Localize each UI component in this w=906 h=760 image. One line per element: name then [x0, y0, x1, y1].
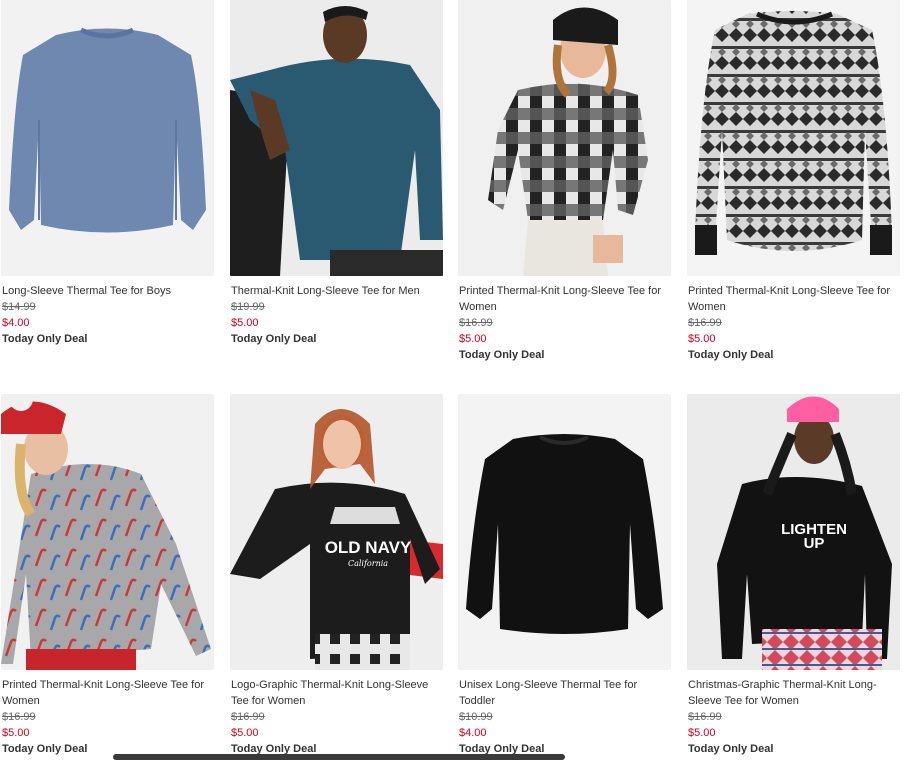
product-image[interactable] [687, 0, 900, 276]
deal-badge: Today Only Deal [459, 349, 545, 361]
product-card[interactable]: Printed Thermal-Knit Long-Sleeve Tee for… [458, 0, 673, 363]
logo-subtext: California [348, 559, 388, 568]
sale-price: $5.00 [688, 333, 716, 345]
deal-badge: Today Only Deal [2, 333, 88, 345]
product-card[interactable]: Thermal-Knit Long-Sleeve Tee for Men $19… [230, 0, 445, 347]
sale-price: $5.00 [459, 333, 487, 345]
fair-isle-shirt-photo [687, 0, 900, 276]
original-price: $16.99 [688, 317, 722, 329]
sale-price: $4.00 [2, 317, 30, 329]
man-teal-thermal-photo [230, 0, 443, 276]
product-card[interactable]: LIGHTEN UP Christmas-Graphic Thermal-Kni… [687, 394, 902, 757]
product-image[interactable] [1, 394, 214, 670]
product-image[interactable] [230, 0, 443, 276]
deal-badge: Today Only Deal [231, 333, 317, 345]
product-image[interactable] [1, 0, 214, 276]
sale-price: $5.00 [2, 727, 30, 739]
graphic-text-line2: UP [804, 535, 825, 552]
sale-price: $5.00 [231, 317, 259, 329]
product-name[interactable]: Printed Thermal-Knit Long-Sleeve Tee for… [687, 283, 902, 315]
sale-price: $4.00 [459, 727, 487, 739]
sale-price: $5.00 [688, 727, 716, 739]
deal-badge: Today Only Deal [688, 743, 774, 755]
product-card[interactable]: Printed Thermal-Knit Long-Sleeve Tee for… [1, 394, 216, 757]
original-price: $16.99 [459, 317, 493, 329]
product-name[interactable]: Unisex Long-Sleeve Thermal Tee for Toddl… [458, 677, 673, 709]
product-name[interactable]: Logo-Graphic Thermal-Knit Long-Sleeve Te… [230, 677, 445, 709]
product-image[interactable] [458, 394, 671, 670]
woman-buffalo-check-photo [458, 0, 671, 276]
logo-text: OLD NAVY [325, 538, 412, 557]
original-price: $16.99 [688, 711, 722, 723]
woman-lighten-up-photo: LIGHTEN UP [687, 394, 900, 670]
woman-old-navy-logo-photo: OLD NAVY California [230, 394, 443, 670]
product-name[interactable]: Thermal-Knit Long-Sleeve Tee for Men [230, 283, 445, 299]
product-card[interactable]: Unisex Long-Sleeve Thermal Tee for Toddl… [458, 394, 673, 757]
woman-candy-cane-photo [1, 394, 214, 670]
blue-thermal-shirt-photo [1, 0, 214, 276]
product-image[interactable]: LIGHTEN UP [687, 394, 900, 670]
product-card[interactable]: Printed Thermal-Knit Long-Sleeve Tee for… [687, 0, 902, 363]
deal-badge: Today Only Deal [688, 349, 774, 361]
product-name[interactable]: Long-Sleeve Thermal Tee for Boys [1, 283, 216, 299]
original-price: $16.99 [231, 711, 265, 723]
black-toddler-shirt-photo [458, 394, 671, 670]
original-price: $19.99 [231, 301, 265, 313]
product-image[interactable]: OLD NAVY California [230, 394, 443, 670]
original-price: $16.99 [2, 711, 36, 723]
product-image[interactable] [458, 0, 671, 276]
horizontal-scrollbar[interactable] [113, 754, 565, 760]
product-name[interactable]: Printed Thermal-Knit Long-Sleeve Tee for… [458, 283, 673, 315]
product-name[interactable]: Printed Thermal-Knit Long-Sleeve Tee for… [1, 677, 216, 709]
product-card[interactable]: OLD NAVY California Logo-Graphic Thermal… [230, 394, 445, 757]
original-price: $10.99 [459, 711, 493, 723]
sale-price: $5.00 [231, 727, 259, 739]
product-card[interactable]: Long-Sleeve Thermal Tee for Boys $14.99 … [1, 0, 216, 347]
product-name[interactable]: Christmas-Graphic Thermal-Knit Long-Slee… [687, 677, 902, 709]
original-price: $14.99 [2, 301, 36, 313]
